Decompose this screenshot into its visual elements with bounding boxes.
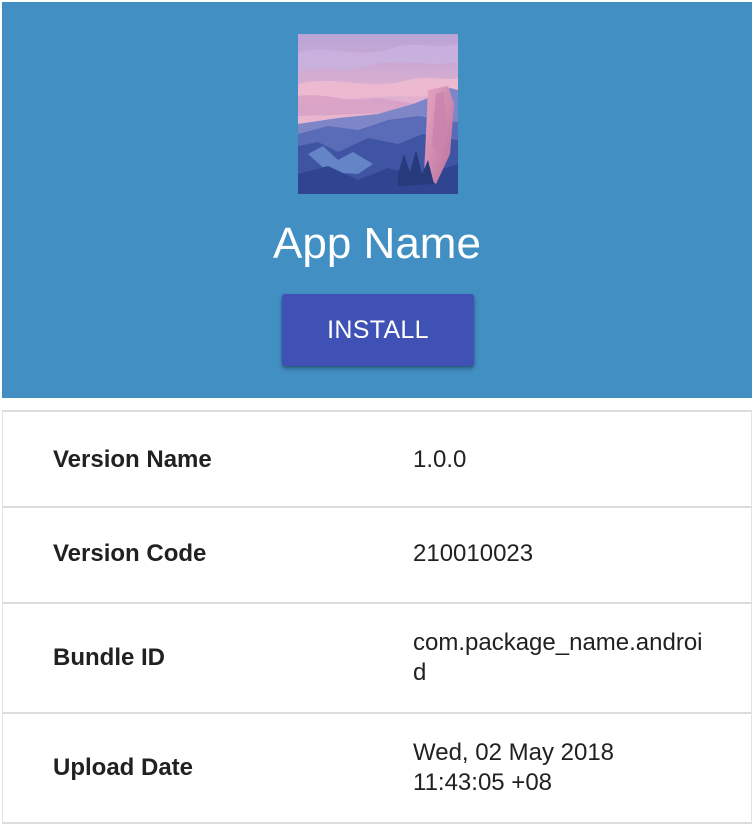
app-install-page: App Name INSTALL Version Name 1.0.0 Vers… xyxy=(0,0,754,824)
app-name: App Name xyxy=(273,219,481,268)
app-header: App Name INSTALL xyxy=(2,2,752,398)
app-icon xyxy=(298,34,458,194)
version-name-value: 1.0.0 xyxy=(413,446,467,473)
version-code-value: 210010023 xyxy=(413,540,534,567)
app-details-table: Version Name 1.0.0 Version Code 21001002… xyxy=(2,410,752,824)
version-code-label: Version Code xyxy=(53,540,207,567)
details-row-bundle-id: Bundle ID com.package_name.android xyxy=(2,604,752,714)
bundle-id-value: com.package_name.android xyxy=(413,629,703,686)
upload-date-label: Upload Date xyxy=(53,754,194,781)
details-row-upload-date: Upload Date Wed, 02 May 2018 11:43:05 +0… xyxy=(2,714,752,824)
install-button[interactable]: INSTALL xyxy=(282,294,474,366)
details-row-version-code: Version Code 210010023 xyxy=(2,508,752,604)
bundle-id-label: Bundle ID xyxy=(53,644,165,671)
upload-date-value: Wed, 02 May 2018 11:43:05 +08 xyxy=(413,739,615,796)
details-row-version-name: Version Name 1.0.0 xyxy=(2,412,752,508)
version-name-label: Version Name xyxy=(53,446,212,473)
landscape-icon xyxy=(298,34,458,194)
